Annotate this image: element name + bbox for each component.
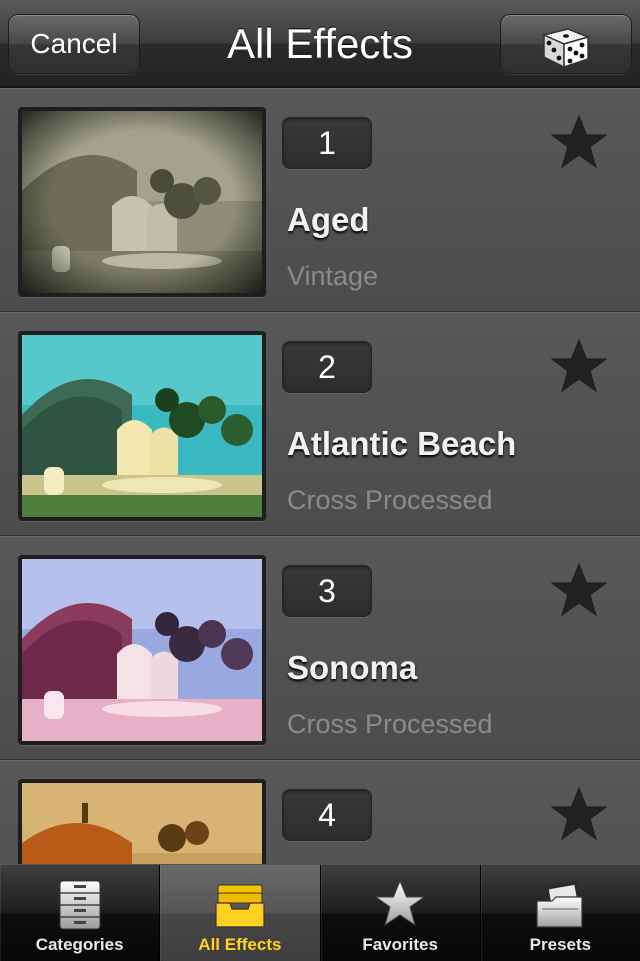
effect-number-badge: 2	[282, 341, 372, 393]
effect-number: 1	[318, 124, 336, 161]
effect-preview-image	[22, 559, 262, 741]
effect-row[interactable]: 3 Sonoma Cross Processed	[0, 536, 640, 760]
star-icon[interactable]	[548, 113, 610, 175]
star-icon[interactable]	[548, 337, 610, 399]
effect-row[interactable]: 4	[0, 760, 640, 864]
effect-number-badge: 4	[282, 789, 372, 841]
tab-label: Favorites	[362, 935, 438, 954]
effect-category: Cross Processed	[287, 709, 493, 739]
tab-categories[interactable]: Categories	[0, 865, 161, 961]
file-cabinet-icon	[59, 880, 101, 930]
tab-label: Presets	[529, 935, 592, 954]
effects-list[interactable]: 1 Aged Vintage 2 Atlantic Beach Cross Pr…	[0, 88, 640, 864]
effect-row[interactable]: 1 Aged Vintage	[0, 88, 640, 312]
effect-number: 2	[318, 348, 336, 385]
random-effect-button[interactable]	[500, 14, 632, 74]
effect-category: Cross Processed	[287, 485, 493, 515]
inbox-tray-icon	[215, 884, 265, 928]
star-icon	[374, 879, 426, 927]
effect-preview-image	[22, 783, 262, 864]
folder-film-icon	[536, 880, 583, 928]
navigation-bar: Cancel All Effects	[0, 0, 640, 88]
effect-thumbnail	[18, 107, 266, 297]
tab-label: All Effects	[198, 935, 282, 954]
tab-presets[interactable]: Presets	[481, 865, 640, 961]
effect-number: 3	[318, 572, 336, 609]
tab-favorites[interactable]: Favorites	[321, 865, 481, 961]
effect-row[interactable]: 2 Atlantic Beach Cross Processed	[0, 312, 640, 536]
effect-number-badge: 3	[282, 565, 372, 617]
effect-number: 4	[318, 796, 336, 833]
page-title: All Effects	[227, 20, 413, 67]
cancel-button-label: Cancel	[30, 28, 118, 59]
tab-all-effects[interactable]: All Effects	[160, 865, 321, 961]
effect-number-badge: 1	[282, 117, 372, 169]
effect-name: Aged	[287, 201, 370, 238]
effect-thumbnail	[18, 779, 266, 864]
star-icon[interactable]	[548, 561, 610, 623]
effect-preview-image	[22, 335, 262, 517]
tab-bar: Categories All Effects Favorites Presets	[0, 864, 640, 961]
effect-name: Sonoma	[287, 649, 418, 686]
tab-label: Categories	[35, 935, 124, 954]
dice-icon	[541, 28, 591, 69]
effect-thumbnail	[18, 555, 266, 745]
effect-name: Atlantic Beach	[287, 425, 517, 462]
effect-thumbnail	[18, 331, 266, 521]
star-icon[interactable]	[548, 785, 610, 847]
cancel-button[interactable]: Cancel	[8, 14, 140, 74]
effect-category: Vintage	[287, 261, 379, 291]
effect-preview-image	[22, 111, 262, 293]
